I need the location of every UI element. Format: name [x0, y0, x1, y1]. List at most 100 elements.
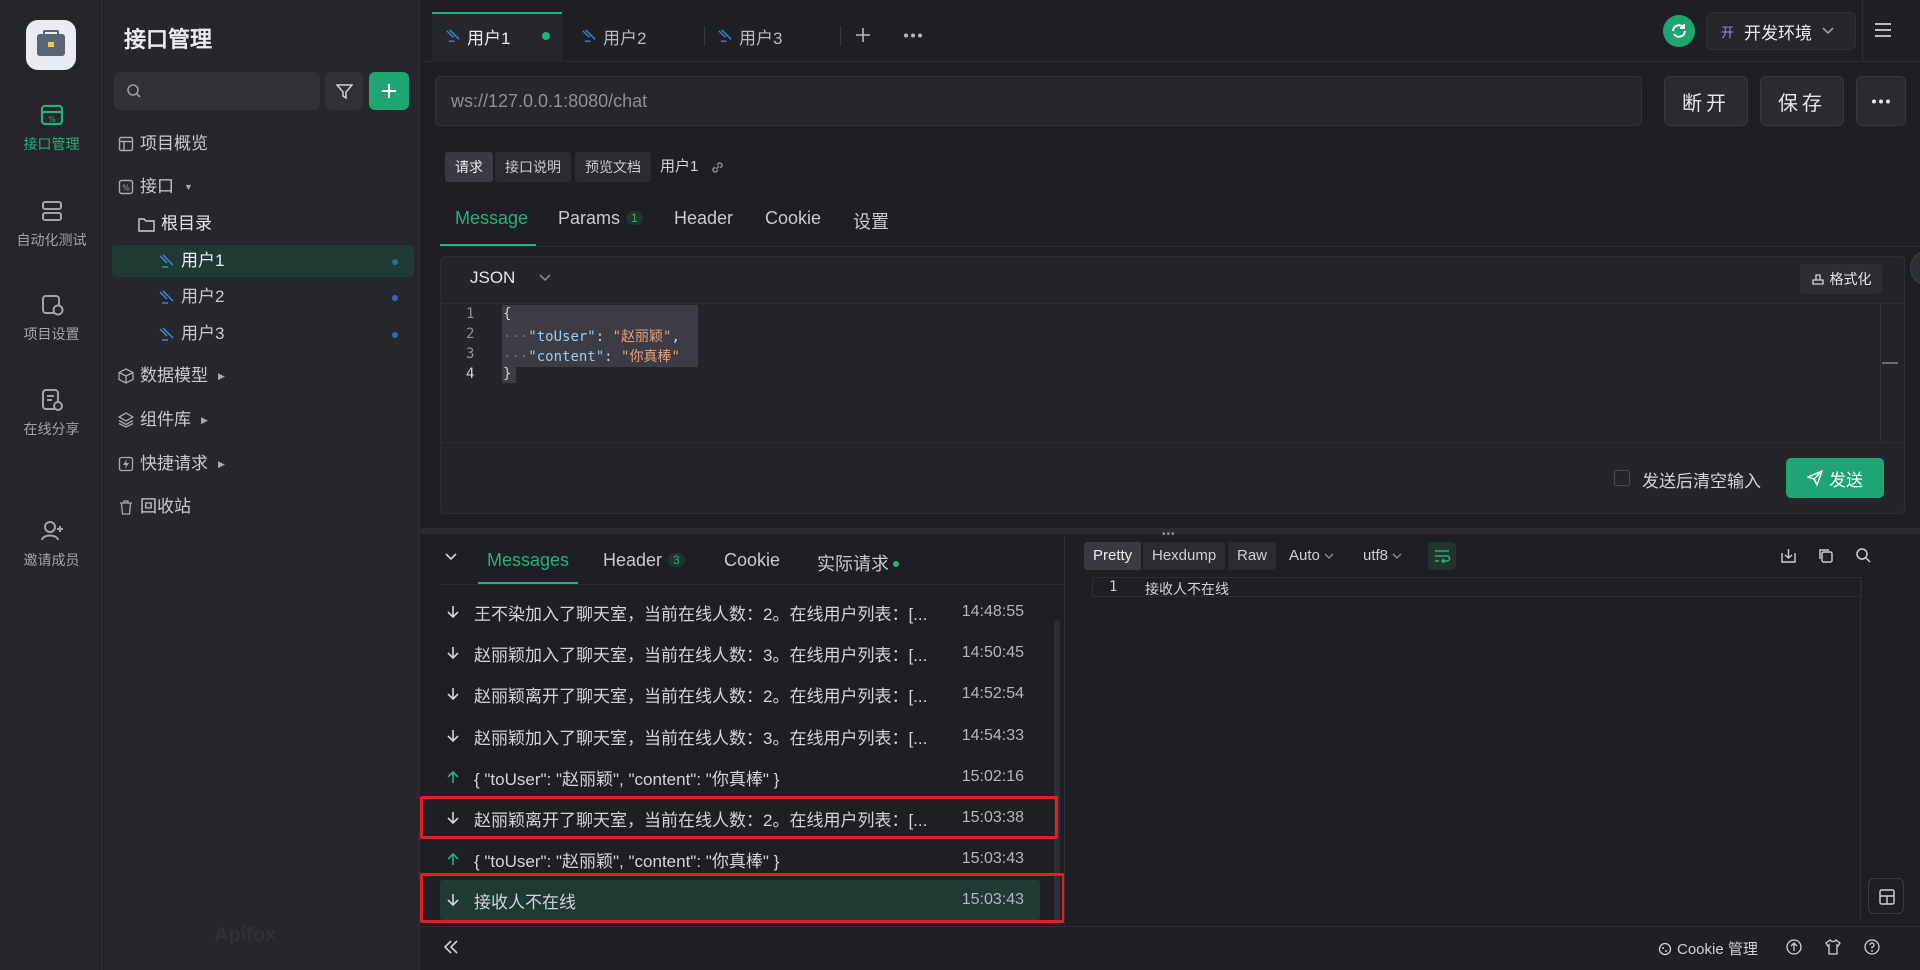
url-input[interactable]: ws://127.0.0.1:8080/chat	[435, 76, 1642, 126]
status-dot	[392, 295, 398, 301]
tree-item-endpoint-user1[interactable]: 用户1	[158, 245, 224, 277]
tree-item-components[interactable]: 组件库 ▶	[118, 404, 208, 436]
message-row[interactable]: 赵丽颖加入了聊天室，当前在线人数：3。在线用户列表：[... 14:54:33	[440, 716, 1040, 756]
word-wrap-toggle[interactable]	[1428, 542, 1456, 570]
line-number: 3	[466, 346, 475, 362]
arrow-up-icon	[440, 770, 466, 784]
message-row[interactable]: { "toUser": "赵丽颖", "content": "你真棒" } 15…	[440, 757, 1040, 797]
editor-footer-divider	[441, 442, 1904, 443]
upload-button[interactable]	[1785, 938, 1803, 956]
tree-item-overview[interactable]: 项目概览	[118, 128, 208, 160]
auto-select[interactable]: Auto	[1280, 542, 1343, 570]
filter-button[interactable]	[325, 72, 363, 110]
rail-item-invite-member[interactable]: 邀请成员	[0, 518, 103, 570]
tab-messages[interactable]: Messages	[487, 550, 569, 571]
subtab-request[interactable]: 请求	[445, 152, 493, 182]
tree-item-quick-request[interactable]: 快捷请求 ▶	[118, 448, 225, 480]
online-share-icon	[39, 387, 65, 413]
svg-text:%: %	[122, 184, 130, 193]
save-button[interactable]: 保存	[1760, 76, 1844, 126]
tab-user2[interactable]: 用户2	[581, 18, 646, 54]
collapse-messages-button[interactable]	[444, 552, 458, 562]
tab-message[interactable]: Message	[455, 208, 528, 229]
json-value: "你真棒"	[621, 349, 680, 365]
subtab-preview[interactable]: 预览文档	[575, 152, 651, 182]
message-time: 14:48:55	[961, 603, 1024, 620]
subtab-doc[interactable]: 接口说明	[495, 152, 571, 182]
tab-header[interactable]: Header	[674, 208, 733, 229]
message-row[interactable]: 王不染加入了聊天室，当前在线人数：2。在线用户列表：[... 14:48:55	[440, 592, 1040, 632]
endpoint-name: 用户1	[660, 158, 699, 175]
tree-label: 根目录	[161, 214, 212, 233]
params-count-badge: 1	[626, 211, 643, 225]
highlight-box	[420, 796, 1058, 839]
tree-item-trash[interactable]: 回收站	[118, 491, 191, 523]
env-selector[interactable]: 开 开发环境	[1706, 12, 1856, 50]
main-menu-button[interactable]	[1874, 22, 1892, 38]
rail-item-project-settings[interactable]: 项目设置	[0, 292, 103, 344]
api-icon: %	[118, 179, 134, 195]
disconnect-button[interactable]: 断开	[1664, 76, 1748, 126]
collapse-sidebar-button[interactable]	[443, 940, 459, 954]
chevron-down-icon	[1822, 27, 1834, 35]
sync-icon	[1672, 24, 1686, 38]
message-row[interactable]: 赵丽颖加入了聊天室，当前在线人数：3。在线用户列表：[... 14:50:45	[440, 633, 1040, 673]
message-time: 15:03:43	[961, 850, 1024, 867]
caret-right-icon: ▶	[201, 415, 208, 425]
tab-actual-request[interactable]: 实际请求	[817, 550, 899, 576]
search-input[interactable]	[114, 72, 320, 110]
tree-label: 回收站	[140, 497, 191, 516]
send-button[interactable]: 发送	[1786, 458, 1884, 498]
message-text: 赵丽颖离开了聊天室，当前在线人数：2。在线用户列表：[...	[474, 686, 928, 706]
tab-more-button[interactable]	[903, 33, 923, 38]
rail-item-online-share[interactable]: 在线分享	[0, 387, 103, 439]
tree-item-data-model[interactable]: 数据模型 ▶	[118, 360, 225, 392]
layout-toggle-button[interactable]	[1868, 878, 1904, 914]
clear-after-send-checkbox[interactable]	[1614, 470, 1630, 486]
view-raw[interactable]: Raw	[1228, 542, 1277, 570]
view-pretty[interactable]: Pretty	[1084, 542, 1142, 570]
rail-item-api-management[interactable]: % 接口管理	[0, 102, 103, 154]
tab-label: Header	[603, 550, 663, 570]
sync-button[interactable]	[1663, 15, 1695, 47]
help-button[interactable]	[1863, 938, 1881, 956]
tab-params[interactable]: Params 1	[558, 208, 643, 229]
api-management-icon: %	[39, 102, 65, 128]
message-text: 赵丽颖加入了聊天室，当前在线人数：3。在线用户列表：[...	[474, 728, 928, 748]
format-select-value: JSON	[470, 268, 516, 287]
encoding-select[interactable]: utf8	[1354, 542, 1411, 570]
tab-response-cookie[interactable]: Cookie	[724, 550, 780, 571]
cookie-management-button[interactable]: Cookie 管理	[1658, 938, 1758, 959]
copy-link-icon[interactable]	[710, 160, 725, 175]
tab-user3[interactable]: 用户3	[717, 18, 782, 54]
tab-cookie[interactable]: Cookie	[765, 208, 821, 229]
download-button[interactable]	[1780, 547, 1797, 564]
send-icon	[1807, 470, 1823, 486]
edge-handle[interactable]	[1910, 250, 1920, 286]
tab-settings[interactable]: 设置	[853, 208, 889, 234]
folder-icon	[138, 217, 155, 232]
tab-response-header[interactable]: Header 3	[603, 550, 685, 571]
view-hexdump[interactable]: Hexdump	[1143, 542, 1226, 570]
tree-item-root-folder[interactable]: 根目录	[138, 208, 212, 240]
rail-label: 在线分享	[23, 421, 80, 437]
message-time: 14:52:54	[961, 685, 1024, 702]
svg-text:%: %	[48, 115, 56, 124]
hamburger-icon	[1875, 23, 1891, 37]
request-more-button[interactable]	[1856, 76, 1906, 126]
search-response-button[interactable]	[1855, 547, 1872, 564]
message-text: 王不染加入了聊天室，当前在线人数：2。在线用户列表：[...	[474, 604, 928, 624]
beautify-button[interactable]: 格式化	[1800, 264, 1882, 294]
tree-item-endpoint-user2[interactable]: 用户2	[158, 281, 224, 313]
tree-item-endpoint-user3[interactable]: 用户3	[158, 318, 224, 350]
tree-item-api[interactable]: % 接口 ▼	[118, 171, 193, 203]
copy-button[interactable]	[1817, 547, 1834, 564]
message-row[interactable]: 赵丽颖离开了聊天室，当前在线人数：2。在线用户列表：[... 14:52:54	[440, 674, 1040, 714]
tab-user1[interactable]: 用户1	[445, 18, 551, 54]
new-tab-button[interactable]	[854, 26, 872, 44]
theme-button[interactable]	[1824, 938, 1842, 956]
rail-item-automation-test[interactable]: 自动化测试	[0, 198, 103, 250]
tree-label: 项目概览	[140, 134, 208, 153]
add-button[interactable]	[369, 72, 409, 110]
format-select[interactable]: JSON	[470, 268, 551, 288]
